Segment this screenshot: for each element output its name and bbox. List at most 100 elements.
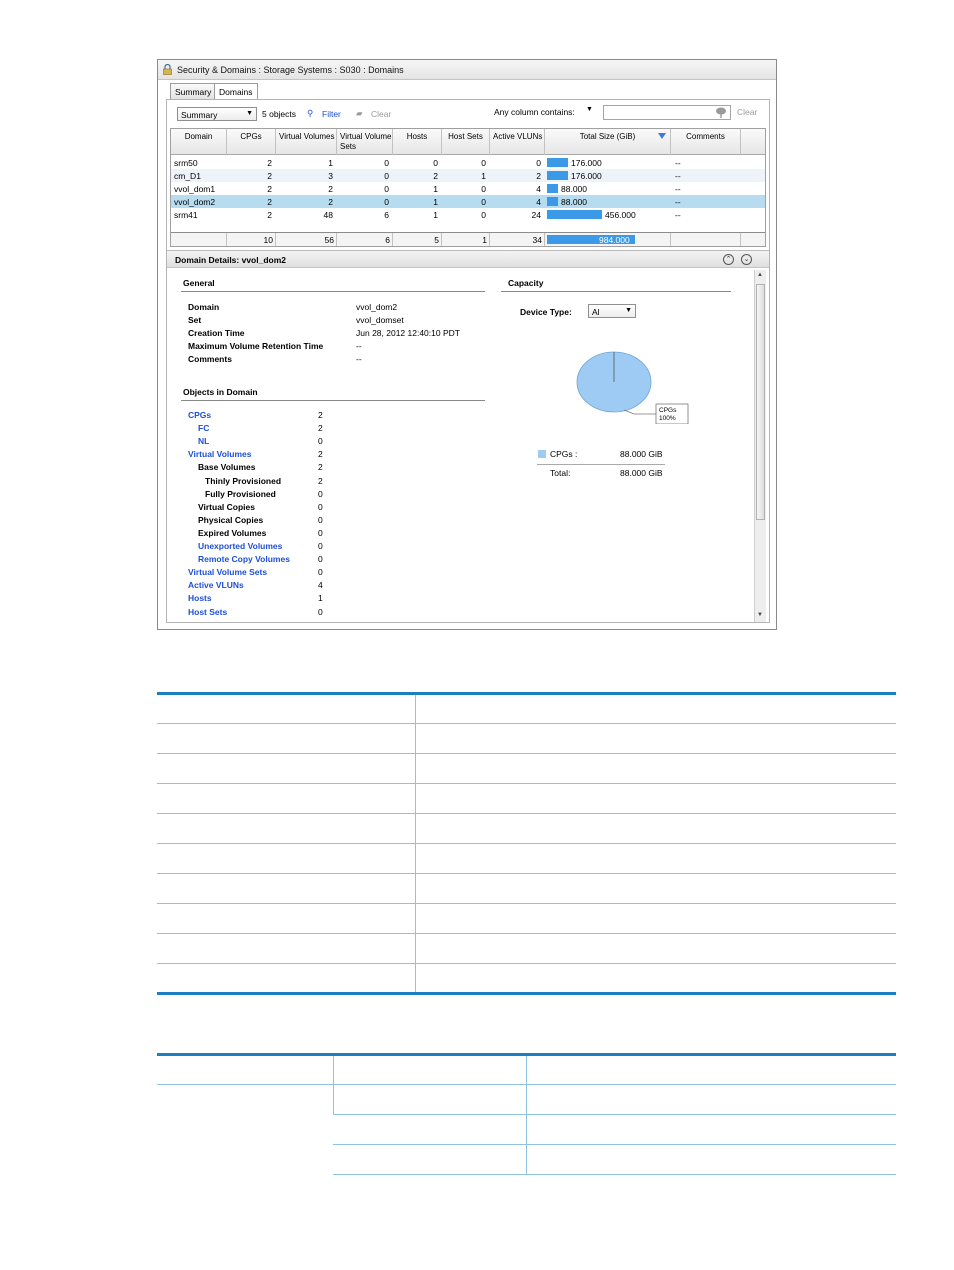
column-dropdown-icon[interactable]: ▼ [586,106,593,113]
table-row [157,963,896,994]
object-label[interactable]: Host Sets [188,607,227,617]
legend-divider [537,464,665,465]
scroll-down-icon[interactable]: ▼ [757,612,763,618]
cell-cpgs: 2 [267,197,272,207]
col-domain[interactable]: Domain [171,129,227,155]
collapse-up-icon[interactable]: ⌃ [723,254,734,265]
domain-details-header: Domain Details: vvol_dom2 ⌃ ⌄ [167,250,769,268]
total-size: 984.000 [545,233,671,246]
cell-virtual-volume-sets: 0 [384,197,389,207]
view-select[interactable]: Summary ▼ [177,107,257,121]
table-cell [333,1114,526,1145]
legend-cpgs-value: 88.000 GiB [620,449,663,459]
search-clear-button[interactable]: Clear [737,107,757,117]
capacity-divider [501,291,731,292]
cell-virtual-volume-sets: 0 [384,158,389,168]
cell-host-sets: 0 [481,197,486,207]
tab-summary-label: Summary [175,87,212,97]
expand-down-icon[interactable]: ⌄ [741,254,752,265]
cell-hosts: 0 [433,158,438,168]
cell-cpgs: 2 [267,210,272,220]
total-vv: 56 [276,233,337,246]
col-hosts[interactable]: Hosts [393,129,442,155]
table-row [157,693,896,724]
col-cpgs[interactable]: CPGs [227,129,276,155]
object-label: Base Volumes [198,462,256,473]
table-cell [332,1084,526,1115]
domain-details-body: General Domain vvol_dom2 Set vvol_domset Cre… [167,268,769,622]
table-row [157,783,896,814]
filter-icon[interactable]: ⚲ [307,108,313,119]
search-input[interactable] [603,105,731,120]
object-label[interactable]: Active VLUNs [188,580,244,590]
cell-cpgs: 2 [267,171,272,181]
col-virtual-volume-sets[interactable]: Virtual Volume Sets [337,129,393,155]
table-cell [414,693,896,724]
clear-filter-button[interactable]: Clear [371,109,391,119]
cell-hosts: 2 [433,171,438,181]
col-virtual-volumes[interactable]: Virtual Volumes [276,129,337,155]
object-label[interactable]: NL [198,436,209,446]
object-label[interactable]: Remote Copy Volumes [198,554,290,564]
device-type-select[interactable]: Al ▼ [588,304,636,318]
table-header: Domain CPGs Virtual Volumes Virtual Volu… [171,129,765,155]
table-cell [414,903,896,934]
objects-heading: Objects in Domain [183,387,258,397]
object-label[interactable]: CPGs [188,410,211,420]
object-count: 1 [318,593,323,604]
device-type-value: Al [592,307,600,317]
filter-button[interactable]: Filter [322,109,341,119]
eraser-icon: ▰ [356,108,363,118]
table-cell [157,693,415,724]
table-row[interactable]: srm50 2 1 0 0 0 0 -- 176.000 [171,156,765,169]
object-label[interactable]: Virtual Volume Sets [188,567,267,577]
table-cell [157,963,415,994]
scroll-up-icon[interactable]: ▲ [757,272,763,278]
domains-table: Domain CPGs Virtual Volumes Virtual Volu… [170,128,766,247]
object-label[interactable]: Unexported Volumes [198,541,282,551]
size-bar [547,171,568,180]
table-cell [157,843,415,874]
legend-swatch-cpgs [538,450,546,458]
object-count: 2 [318,423,323,434]
tab-domains[interactable]: Domains [214,83,258,100]
capacity-heading: Capacity [508,278,544,288]
cell-total-size: 176.000 [571,171,602,181]
table-cell [157,1085,333,1175]
cell-cpgs: 2 [267,158,272,168]
document-table-1 [157,692,896,995]
table-cell [157,873,415,904]
table-row[interactable]: srm41 2 48 6 1 0 24 -- 456.000 [171,208,765,221]
col-total-size[interactable]: Total Size (GiB) [545,129,671,155]
scroll-thumb[interactable] [756,284,765,520]
view-select-value: Summary [181,110,218,120]
sort-descending-icon [658,133,666,139]
table-row[interactable]: vvol_dom2 2 2 0 1 0 4 -- 88.000 [171,195,765,208]
legend-total-value: 88.000 GiB [620,468,663,478]
filter-bar: Summary ▼ 5 objects ⚲ Filter ▰ Clear Any… [167,100,769,126]
cell-comments: -- [675,197,681,207]
table-cell [414,963,896,994]
object-count: 0 [318,501,323,512]
object-count: 0 [318,436,323,447]
col-comments[interactable]: Comments [671,129,741,155]
size-bar [547,210,602,219]
details-scrollbar[interactable]: ▲ ▼ [754,270,766,622]
col-active-vluns[interactable]: Active VLUNs [490,129,545,155]
tab-summary[interactable]: Summary [170,83,217,99]
object-label: Expired Volumes [198,527,267,538]
object-label[interactable]: FC [198,423,209,433]
objects-divider [181,400,485,401]
col-host-sets[interactable]: Host Sets [442,129,490,155]
cell-domain: srm41 [174,210,198,220]
table-row[interactable]: vvol_dom1 2 2 0 1 0 4 -- 88.000 [171,182,765,195]
object-label[interactable]: Hosts [188,593,212,603]
table-cell [332,1054,526,1085]
tab-domains-label: Domains [219,87,253,97]
table-cell [157,903,415,934]
table-row [157,723,896,754]
table-row[interactable]: cm_D1 2 3 0 2 1 2 -- 176.000 [171,169,765,182]
total-cpgs: 10 [227,233,276,246]
object-label[interactable]: Virtual Volumes [188,449,251,459]
table-cell [157,783,415,814]
